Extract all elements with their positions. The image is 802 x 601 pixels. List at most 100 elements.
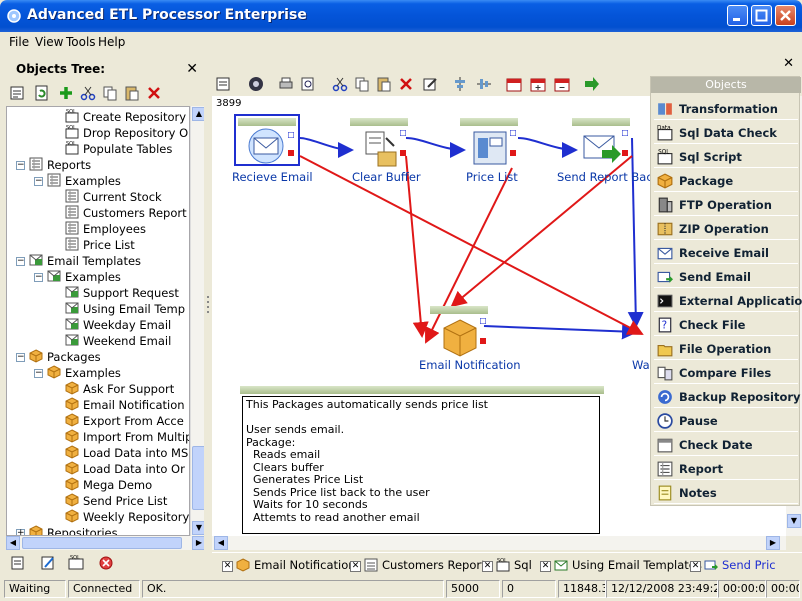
save-icon[interactable] <box>248 76 264 92</box>
edit-icon[interactable] <box>422 76 438 92</box>
palette-item[interactable]: File Operation <box>654 338 798 360</box>
print-preview-icon[interactable] <box>300 76 316 92</box>
menu-tools[interactable]: Tools <box>66 35 96 49</box>
palette-item[interactable]: Check Date <box>654 434 798 456</box>
tab-sql[interactable]: ✕ SQL Sql <box>482 555 532 575</box>
tab-send-price[interactable]: ✕ Send Pric <box>690 555 776 575</box>
add-icon[interactable] <box>58 85 74 101</box>
menu-help[interactable]: Help <box>98 35 125 49</box>
tree-item[interactable]: Current Stock <box>65 189 162 205</box>
tree-item[interactable]: Examples <box>47 365 121 381</box>
paste-icon[interactable] <box>376 76 392 92</box>
tab-using-email-templates[interactable]: ✕ Using Email Templates <box>540 555 702 575</box>
calendar-add-icon[interactable] <box>530 76 546 92</box>
tree-hscroll-thumb[interactable] <box>22 537 182 549</box>
properties-icon[interactable] <box>216 76 232 92</box>
scroll-down-icon[interactable]: ▼ <box>787 514 801 528</box>
tree-item[interactable]: Import From Multip <box>65 429 189 445</box>
palette-item[interactable]: FTP Operation <box>654 194 798 216</box>
palette-item[interactable]: Data Sql Data Check <box>654 122 798 144</box>
objects-tree[interactable]: SQL Create Repository SQL Drop Repository O… <box>6 106 190 536</box>
calendar-remove-icon[interactable] <box>554 76 570 92</box>
tab-email-notification[interactable]: ✕ Email Notification <box>222 555 356 575</box>
scroll-left-icon[interactable]: ◀ <box>214 536 228 550</box>
tree-item[interactable]: Load Data into MS <box>65 445 188 461</box>
collapse-icon[interactable]: − <box>34 177 43 186</box>
properties-icon[interactable] <box>10 85 26 101</box>
palette-item[interactable]: Backup Repository <box>654 386 801 408</box>
tree-item[interactable]: Examples <box>47 269 121 285</box>
collapse-icon[interactable]: − <box>16 257 25 266</box>
maximize-button[interactable] <box>751 5 772 26</box>
copy-icon[interactable] <box>354 76 370 92</box>
tree-item[interactable]: Employees <box>65 221 146 237</box>
link-clear-to-price[interactable] <box>405 137 466 158</box>
paste-icon[interactable] <box>124 85 140 101</box>
tab-customers-report[interactable]: ✕ Customers Report <box>350 555 486 575</box>
edit-icon[interactable] <box>40 555 56 571</box>
tree-item[interactable]: Weekly Repository <box>65 509 189 525</box>
print-icon[interactable] <box>278 76 294 92</box>
scroll-left-icon[interactable]: ◀ <box>6 536 20 550</box>
cut-icon[interactable] <box>80 85 96 101</box>
palette-item[interactable]: Receive Email <box>654 242 798 264</box>
menu-view[interactable]: View <box>35 35 63 49</box>
collapse-icon[interactable]: − <box>16 161 25 170</box>
delete-icon[interactable] <box>398 76 414 92</box>
palette-item[interactable]: Notes <box>654 482 798 504</box>
delete-icon[interactable] <box>146 85 162 101</box>
expand-icon[interactable]: + <box>16 529 25 535</box>
tree-item[interactable]: Price List <box>65 237 135 253</box>
collapse-icon[interactable]: − <box>34 369 43 378</box>
palette-item[interactable]: Pause <box>654 410 798 432</box>
tree-item[interactable]: Load Data into Or <box>65 461 185 477</box>
tree-item[interactable]: Email Templates <box>29 253 141 269</box>
tree-item[interactable]: Reports <box>29 157 91 173</box>
link-price-to-send[interactable] <box>517 137 578 158</box>
notes-element[interactable]: This Packages automatically sends price … <box>240 386 604 536</box>
palette-item[interactable]: Package <box>654 170 798 192</box>
close-tab-icon[interactable]: ✕ <box>350 561 361 572</box>
palette-item[interactable]: SQL Sql Script <box>654 146 798 168</box>
tree-item[interactable]: Using Email Temp <box>65 301 185 317</box>
scroll-right-icon[interactable]: ▶ <box>766 536 780 550</box>
tree-item[interactable]: SQL Drop Repository O <box>65 125 188 141</box>
cut-icon[interactable] <box>332 76 348 92</box>
close-tab-icon[interactable]: ✕ <box>222 561 233 572</box>
close-document-icon[interactable]: ✕ <box>783 56 794 71</box>
align-horizontal-icon[interactable] <box>452 76 468 92</box>
tree-item[interactable]: Export From Acce <box>65 413 184 429</box>
close-panel-icon[interactable]: ✕ <box>186 61 198 77</box>
palette-item[interactable]: Transformation <box>654 98 798 120</box>
stop-icon[interactable] <box>98 555 114 571</box>
link-notification-to-wait[interactable] <box>483 323 638 340</box>
script-icon[interactable] <box>10 555 26 571</box>
link-receive-to-clear[interactable] <box>299 137 354 158</box>
title-bar[interactable]: Advanced ETL Processor Enterprise <box>0 0 802 32</box>
menu-file[interactable]: File <box>9 35 29 49</box>
palette-item[interactable]: ZIP Operation <box>654 218 798 240</box>
palette-item[interactable]: Send Email <box>654 266 798 288</box>
palette-item[interactable]: External Application <box>654 290 802 312</box>
tree-item[interactable]: Examples <box>47 173 121 189</box>
palette-item[interactable]: ? Check File <box>654 314 798 336</box>
tree-item[interactable]: SQL Create Repository <box>65 109 186 125</box>
sql-icon[interactable]: SQL <box>68 555 84 571</box>
run-icon[interactable] <box>584 76 600 92</box>
calendar-icon[interactable] <box>506 76 522 92</box>
close-tab-icon[interactable]: ✕ <box>690 561 701 572</box>
tree-item[interactable]: Customers Report <box>65 205 187 221</box>
canvas-horizontal-scrollbar[interactable]: ◀ ▶ <box>212 536 786 550</box>
palette-item[interactable]: Compare Files <box>654 362 798 384</box>
close-window-button[interactable] <box>775 5 796 26</box>
copy-icon[interactable] <box>102 85 118 101</box>
tree-horizontal-scrollbar[interactable]: ◀ ▶ <box>6 536 206 550</box>
close-tab-icon[interactable]: ✕ <box>482 561 493 572</box>
palette-item[interactable]: Report <box>654 458 798 480</box>
refresh-icon[interactable] <box>34 85 50 101</box>
tree-item[interactable]: Send Price List <box>65 493 167 509</box>
minimize-button[interactable] <box>727 5 748 26</box>
tree-item[interactable]: Packages <box>29 349 101 365</box>
collapse-icon[interactable]: − <box>34 273 43 282</box>
panel-splitter[interactable] <box>204 56 212 550</box>
